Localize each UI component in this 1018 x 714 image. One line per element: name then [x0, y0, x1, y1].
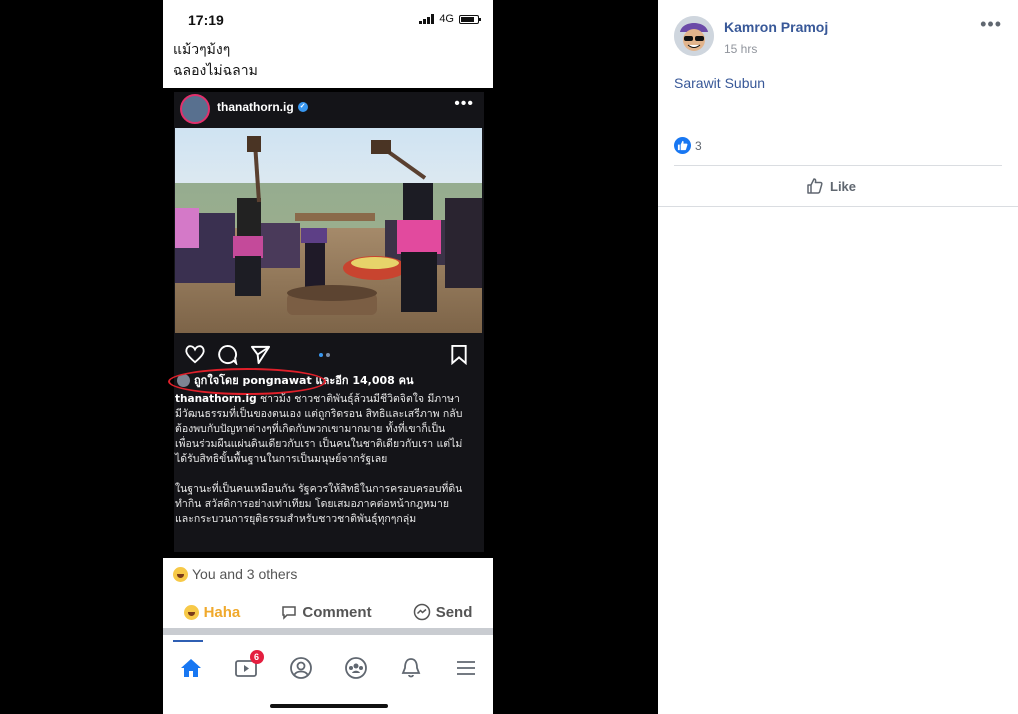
messenger-icon	[413, 603, 430, 621]
tab-groups[interactable]	[342, 654, 370, 682]
ig-username-row: thanathorn.ig ✓	[217, 100, 308, 114]
divider	[658, 206, 1018, 207]
heart-icon[interactable]	[184, 344, 206, 364]
avatar-image	[674, 16, 714, 56]
post-text-line: แม้วๆม้งๆ	[173, 42, 231, 58]
thumbs-up-outline-icon	[807, 178, 823, 194]
like-count-text: 3	[695, 138, 702, 153]
comment-icon[interactable]	[217, 344, 238, 365]
profile-icon	[289, 657, 312, 679]
post-text: แม้วๆม้งๆ ฉลองไม่ฉลาม	[173, 40, 258, 82]
photo-viewer: 17:19 4G แม้วๆม้งๆ ฉลองไม่ฉลาม thanathor…	[0, 0, 658, 714]
phone-screenshot: 17:19 4G แม้วๆม้งๆ ฉลองไม่ฉลาม thanathor…	[163, 0, 493, 714]
menu-icon	[456, 661, 475, 675]
status-bar: 17:19 4G	[163, 0, 493, 40]
author-name[interactable]: Kamron Pramoj	[724, 19, 828, 35]
battery-icon	[459, 14, 481, 24]
next-post-peek	[173, 640, 413, 648]
ig-caption-paragraph: thanathorn.ig ชาวม้ง ชาวชาติพันธุ์ล้วนมี…	[175, 392, 465, 467]
ig-username: thanathorn.ig	[217, 100, 294, 114]
comment-bubble-icon	[282, 605, 297, 620]
ig-actions	[184, 344, 474, 366]
ig-caption-paragraph: ในฐานะที่เป็นคนเหมือนกัน รัฐควรให้สิทธิใ…	[175, 483, 463, 525]
haha-label: Haha	[203, 603, 241, 621]
bookmark-icon[interactable]	[450, 344, 468, 365]
more-options-icon[interactable]: •••	[980, 14, 1002, 35]
divider	[674, 165, 1002, 166]
send-button[interactable]: Send	[413, 603, 473, 621]
red-annotation-oval	[168, 368, 326, 395]
ig-caption: thanathorn.ig ชาวม้ง ชาวชาติพันธุ์ล้วนมี…	[175, 392, 465, 542]
post-text-line: ฉลองไม่ฉลาม	[173, 63, 258, 79]
like-count[interactable]: 3	[674, 137, 702, 154]
comment-label: Comment	[302, 603, 372, 621]
network-label: 4G	[439, 13, 454, 25]
ig-caption-user: thanathorn.ig	[175, 393, 257, 405]
post-timestamp[interactable]: 15 hrs	[724, 42, 757, 56]
reactions-text: You and 3 others	[192, 566, 298, 582]
groups-icon	[344, 657, 367, 679]
like-reaction-icon	[674, 137, 691, 154]
more-icon: •••	[454, 95, 474, 112]
send-label: Send	[435, 603, 473, 621]
ig-photo	[175, 128, 482, 333]
ig-avatar	[180, 94, 210, 124]
signal-icon	[419, 14, 435, 24]
notification-badge: 6	[249, 650, 264, 664]
thumbs-up-icon	[677, 140, 688, 151]
instagram-screenshot[interactable]: thanathorn.ig ✓ ••• ถูกใจโดย pongnawat แ…	[163, 88, 493, 558]
reactions-summary[interactable]: You and 3 others	[173, 566, 297, 582]
tab-profile[interactable]	[287, 654, 315, 682]
share-icon[interactable]	[250, 344, 271, 365]
haha-button[interactable]: Haha	[183, 603, 241, 621]
like-button[interactable]: Like	[806, 175, 856, 197]
post-action-bar: Haha Comment Send	[163, 598, 493, 626]
tab-notifications[interactable]	[397, 654, 425, 682]
tagged-person-link[interactable]: Sarawit Subun	[674, 75, 765, 91]
author-avatar[interactable]	[674, 16, 714, 56]
carousel-dots	[319, 353, 330, 357]
verified-icon: ✓	[297, 102, 308, 112]
like-button-label: Like	[830, 178, 857, 194]
haha-emoji-icon	[183, 604, 199, 620]
tab-home[interactable]	[177, 654, 205, 682]
section-divider	[163, 628, 493, 635]
status-indicators: 4G	[419, 13, 481, 25]
bell-icon	[401, 658, 420, 678]
post-info-panel: Kamron Pramoj 15 hrs ••• Sarawit Subun 3…	[658, 0, 1018, 714]
bottom-tab-bar: 6	[163, 648, 493, 688]
haha-emoji-icon	[173, 566, 188, 582]
tab-watch[interactable]: 6	[232, 650, 264, 682]
home-icon	[180, 659, 201, 677]
status-time: 17:19	[188, 12, 224, 28]
comment-button[interactable]: Comment	[281, 603, 372, 621]
tab-menu[interactable]	[452, 654, 480, 682]
home-indicator	[270, 704, 388, 708]
ig-photo-image	[175, 128, 482, 333]
